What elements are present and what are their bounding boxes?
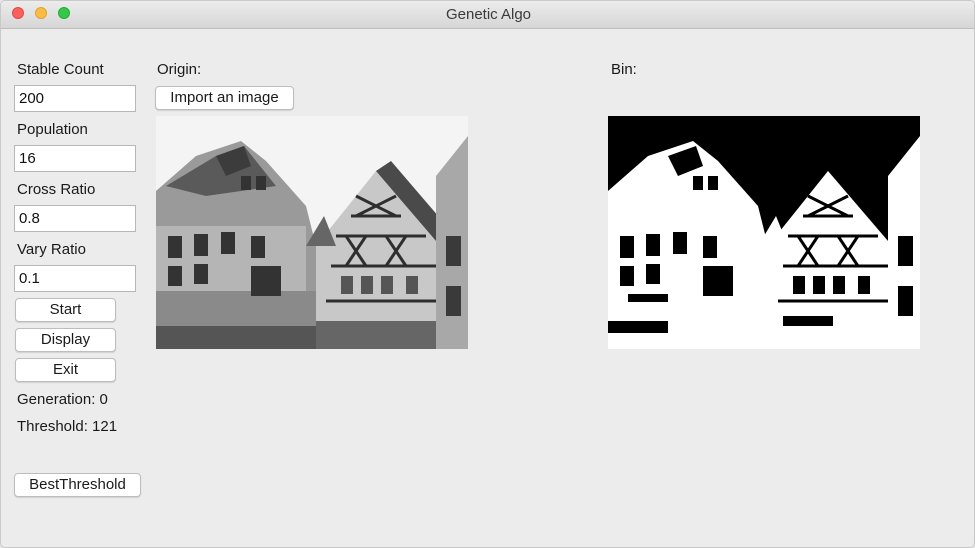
origin-image (156, 116, 468, 349)
best-threshold-button[interactable]: BestThreshold (14, 473, 141, 497)
bin-label: Bin: (611, 61, 637, 78)
vary-ratio-input[interactable] (14, 265, 136, 292)
population-label: Population (17, 121, 88, 138)
import-image-button[interactable]: Import an image (155, 86, 294, 110)
origin-label: Origin: (157, 61, 202, 78)
bin-image (608, 116, 920, 349)
title-bar: Genetic Algo (1, 1, 974, 29)
start-button[interactable]: Start (15, 298, 116, 322)
stable-count-input[interactable] (14, 85, 136, 112)
display-button[interactable]: Display (15, 328, 116, 352)
vary-ratio-label: Vary Ratio (17, 241, 86, 258)
cross-ratio-input[interactable] (14, 205, 136, 232)
population-input[interactable] (14, 145, 136, 172)
window-title: Genetic Algo (445, 6, 532, 23)
generation-status: Generation: 0 (17, 391, 108, 408)
threshold-status: Threshold: 121 (17, 418, 118, 435)
cross-ratio-label: Cross Ratio (17, 181, 96, 198)
exit-button[interactable]: Exit (15, 358, 116, 382)
stable-count-label: Stable Count (17, 61, 104, 78)
app-window: Genetic Algo Stable Count Population Cro… (0, 0, 975, 548)
